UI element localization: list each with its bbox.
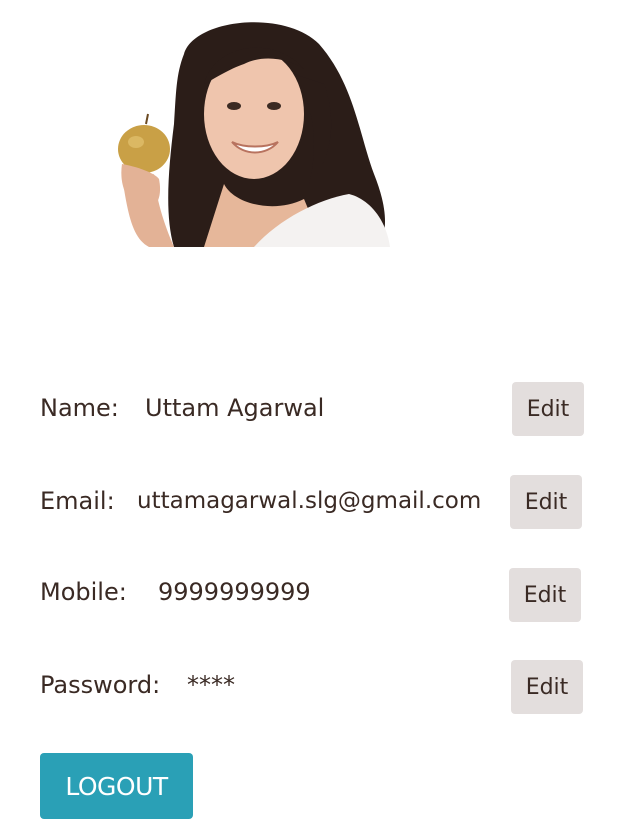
name-row: Name: Uttam Agarwal Edit (0, 382, 617, 436)
edit-password-button[interactable]: Edit (511, 660, 583, 714)
logout-button[interactable]: LOGOUT (40, 753, 193, 819)
email-value: uttamagarwal.slg@gmail.com (137, 488, 482, 514)
profile-photo (104, 14, 390, 247)
edit-email-button[interactable]: Edit (510, 475, 582, 529)
edit-mobile-button[interactable]: Edit (509, 568, 581, 622)
password-row: Password: **** Edit (0, 660, 617, 714)
email-label: Email: (40, 487, 115, 515)
edit-name-button[interactable]: Edit (512, 382, 584, 436)
password-label: Password: (40, 671, 161, 699)
password-value: **** (187, 671, 235, 699)
mobile-value: 9999999999 (158, 578, 311, 606)
mobile-row: Mobile: 9999999999 Edit (0, 568, 617, 622)
mobile-label: Mobile: (40, 578, 127, 606)
email-row: Email: uttamagarwal.slg@gmail.com Edit (0, 475, 617, 529)
name-value: Uttam Agarwal (145, 394, 325, 422)
name-label: Name: (40, 394, 119, 422)
